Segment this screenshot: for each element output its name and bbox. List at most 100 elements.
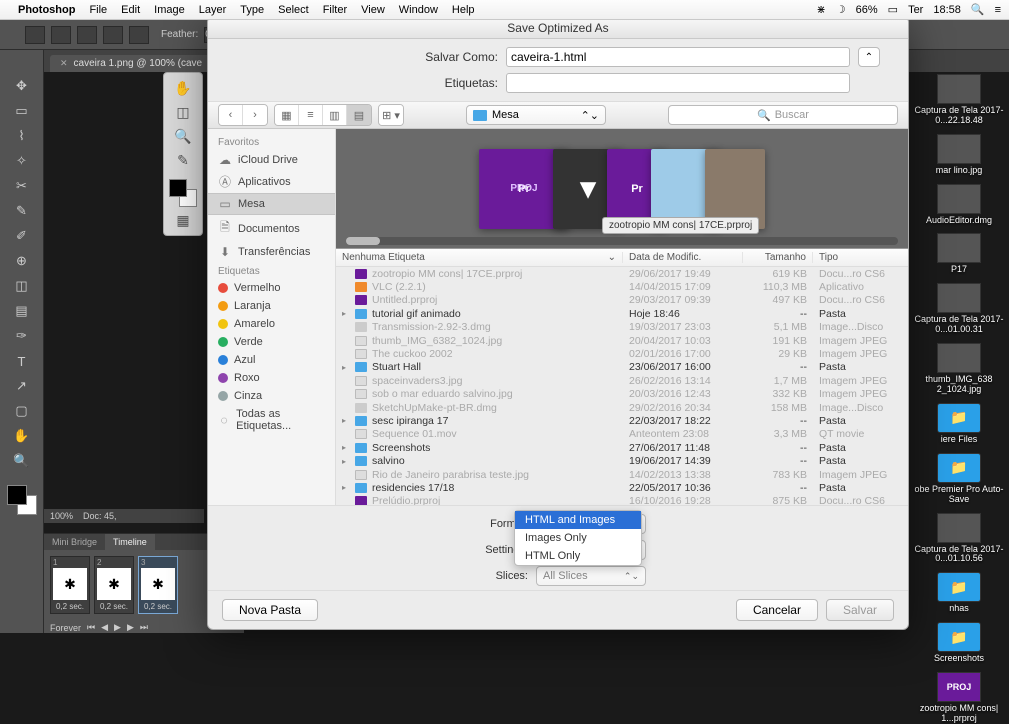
desktop-item[interactable]: 📁iere Files [914,403,1004,445]
file-row[interactable]: Transmission-2.92-3.dmg19/03/2017 23:035… [336,321,908,334]
sidebar-documents[interactable]: 🗎Documentos [208,215,335,242]
first-frame-icon[interactable]: ⏮ [87,622,95,633]
desktop-item[interactable]: mar lino.jpg [914,134,1004,176]
nav-back-icon[interactable]: ‹ [219,105,243,125]
frame-2[interactable]: 2✱0,2 sec. [94,556,134,614]
menu-select[interactable]: Select [278,4,309,16]
selection-mode-2[interactable] [77,26,97,44]
sidebar-tag-amarelo[interactable]: Amarelo [208,315,335,333]
save-as-input[interactable] [506,47,850,67]
sidebar-desktop[interactable]: ▭Mesa [208,193,335,215]
sidebar-icloud[interactable]: ☁iCloud Drive [208,150,335,170]
file-row[interactable]: ▸residencies 17/1822/05/2017 10:36--Past… [336,481,908,494]
app-name[interactable]: Photoshop [18,4,75,16]
crop-tool-icon[interactable]: ✂ [11,175,33,197]
prev-frame-icon[interactable]: ◀ [101,622,108,633]
frame-3[interactable]: 3✱0,2 sec. [138,556,178,614]
group-by-icon[interactable]: ⊞ ▾ [379,105,403,125]
search-field[interactable]: 🔍 Buscar [668,105,898,125]
last-frame-icon[interactable]: ⏭ [140,622,148,633]
hand-tool-icon[interactable]: ✋ [11,425,33,447]
coverflow-scrubber[interactable] [346,237,898,245]
nav-forward-icon[interactable]: › [243,105,267,125]
frame-1[interactable]: 1✱0,2 sec. [50,556,90,614]
loop-select[interactable]: Forever [50,623,81,633]
sidebar-all-tags[interactable]: ◌Todas as Etiquetas... [208,405,335,435]
color-swatches[interactable] [7,485,37,515]
stamp-tool-icon[interactable]: ⊕ [11,250,33,272]
file-row[interactable]: spaceinvaders3.jpg26/02/2016 13:141,7 MB… [336,374,908,387]
desktop-item[interactable]: Captura de Tela 2017-0...01.10.56 [914,513,1004,565]
coverflow-view[interactable]: Pr ▾ Pr zootropio MM cons| 17CE.prproj [336,129,908,249]
desktop-item[interactable]: thumb_IMG_638 2_1024.jpg [914,343,1004,395]
file-row[interactable]: Prelúdio.prproj16/10/2016 19:28875 KBDoc… [336,495,908,505]
sidebar-tag-verde[interactable]: Verde [208,333,335,351]
file-row[interactable]: zootropio MM cons| 17CE.prproj29/06/2017… [336,267,908,280]
sidebar-tag-vermelho[interactable]: Vermelho [208,279,335,297]
close-tab-icon[interactable]: ✕ [60,58,68,69]
file-row[interactable]: ▸tutorial gif animadoHoje 18:46--Pasta [336,307,908,320]
bluetooth-icon[interactable]: ⋇ [817,3,826,16]
desktop-item[interactable]: Captura de Tela 2017-0...22.18.48 [914,74,1004,126]
dnd-icon[interactable]: ☽ [836,3,846,16]
sfw-fg-swatch[interactable] [169,179,187,197]
selection-mode-1[interactable] [51,26,71,44]
battery-icon[interactable]: ▭ [888,3,898,16]
tab-mini-bridge[interactable]: Mini Bridge [44,534,105,550]
file-row[interactable]: VLC (2.2.1)14/04/2015 17:09110,3 MBAplic… [336,280,908,293]
file-row[interactable]: ▸sesc ipiranga 1722/03/2017 18:22--Pasta [336,414,908,427]
shape-tool-icon[interactable]: ▢ [11,400,33,422]
slice-visibility-icon[interactable]: ▦ [168,209,198,231]
file-list[interactable]: zootropio MM cons| 17CE.prproj29/06/2017… [336,267,908,505]
menu-view[interactable]: View [361,4,385,16]
col-date[interactable]: Data de Modific. [623,252,743,263]
hand-icon[interactable]: ✋ [168,77,198,99]
menu-edit[interactable]: Edit [121,4,140,16]
menu-layer[interactable]: Layer [199,4,227,16]
selection-mode-4[interactable] [129,26,149,44]
next-frame-icon[interactable]: ▶ [127,622,134,633]
move-tool-icon[interactable]: ✥ [11,75,33,97]
play-icon[interactable]: ▶ [114,622,121,633]
eyedropper-icon[interactable]: ✎ [168,149,198,171]
lasso-tool-icon[interactable]: ⌇ [11,125,33,147]
file-row[interactable]: SketchUpMake-pt-BR.dmg29/02/2016 20:3415… [336,401,908,414]
marquee-tool-icon[interactable]: ▭ [11,100,33,122]
file-row[interactable]: ▸Stuart Hall23/06/2017 16:00--Pasta [336,361,908,374]
path-tool-icon[interactable]: ↗ [11,375,33,397]
menu-image[interactable]: Image [154,4,185,16]
zoom-tool-icon[interactable]: 🔍 [11,450,33,472]
zoom-level[interactable]: 100% [50,511,73,521]
type-tool-icon[interactable]: T [11,350,33,372]
sidebar-tag-azul[interactable]: Azul [208,351,335,369]
menu-type[interactable]: Type [240,4,264,16]
wand-tool-icon[interactable]: ✧ [11,150,33,172]
view-icon-grid[interactable]: ▦ [275,105,299,125]
foreground-color-swatch[interactable] [7,485,27,505]
file-row[interactable]: Sequence 01.movAnteontem 23:083,3 MBQT m… [336,428,908,441]
pen-tool-icon[interactable]: ✑ [11,325,33,347]
menu-filter[interactable]: Filter [323,4,347,16]
col-kind[interactable]: Tipo [813,252,908,263]
file-row[interactable]: ▸Screenshots27/06/2017 11:48--Pasta [336,441,908,454]
menu-window[interactable]: Window [399,4,438,16]
sfw-color-swatches[interactable] [169,179,197,207]
sidebar-tag-laranja[interactable]: Laranja [208,297,335,315]
marquee-mode-icon[interactable] [25,26,45,44]
save-button[interactable]: Salvar [826,599,894,621]
expand-toggle-icon[interactable]: ⌃ [858,47,880,67]
new-folder-button[interactable]: Nova Pasta [222,599,318,621]
file-row[interactable]: sob o mar eduardo salvino.jpg20/03/2016 … [336,388,908,401]
sidebar-applications[interactable]: ⒶAplicativos [208,170,335,193]
sidebar-tag-cinza[interactable]: Cinza [208,387,335,405]
desktop-item[interactable]: Captura de Tela 2017-0...01.00.31 [914,283,1004,335]
desktop-item[interactable]: PROJzootropio MM cons| 1...prproj [914,672,1004,724]
sidebar-downloads[interactable]: ⬇Transferências [208,242,335,262]
menu-help[interactable]: Help [452,4,475,16]
file-row[interactable]: ▸salvino19/06/2017 14:39--Pasta [336,454,908,467]
tags-input[interactable] [506,73,850,93]
cancel-button[interactable]: Cancelar [736,599,818,621]
desktop-item[interactable]: 📁nhas [914,572,1004,614]
slices-select[interactable]: All Slices⌃⌄ [536,566,646,586]
view-icon-list[interactable]: ≡ [299,105,323,125]
